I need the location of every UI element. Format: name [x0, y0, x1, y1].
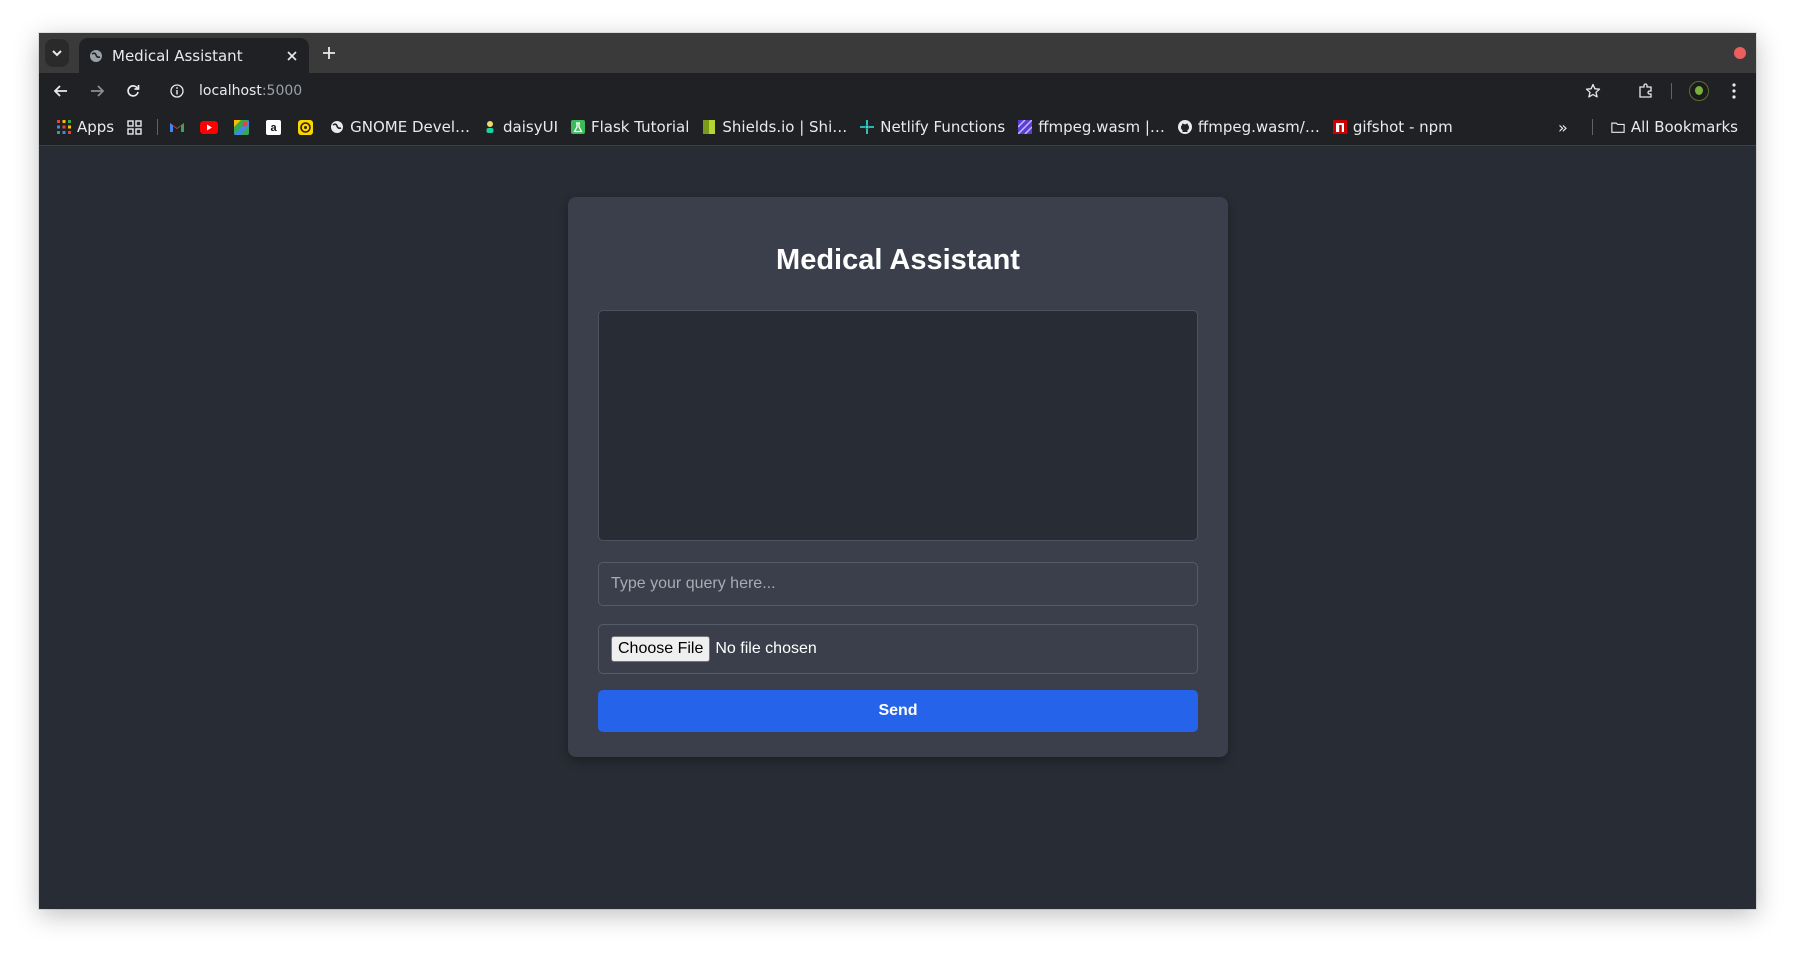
svg-text:a: a	[270, 122, 277, 134]
file-upload-field: Choose File No file chosen	[598, 624, 1198, 674]
plus-icon	[323, 47, 335, 59]
tab-search-button[interactable]	[45, 39, 69, 67]
bookmark-netlify[interactable]: Netlify Functions	[856, 114, 1009, 140]
url-text: localhost:5000	[199, 83, 302, 99]
yellow-app-icon[interactable]	[294, 114, 316, 140]
tab-medical-assistant[interactable]: Medical Assistant	[79, 38, 309, 73]
forward-button[interactable]	[87, 81, 107, 101]
bookmark-star-button[interactable]	[1583, 81, 1603, 101]
window-close-dot[interactable]	[1734, 47, 1746, 59]
send-button[interactable]: Send	[598, 690, 1198, 732]
amazon-icon[interactable]: a	[262, 114, 284, 140]
bookmark-ffmpeg-wasm[interactable]: ffmpeg.wasm |…	[1014, 114, 1169, 140]
browser-window: Medical Assistant localhost:5000 Apps a …	[39, 33, 1756, 909]
bookmarks-divider	[1591, 119, 1593, 135]
netlify-icon	[860, 120, 875, 134]
all-bookmarks-button[interactable]: All Bookmarks	[1607, 114, 1742, 140]
bookmarks-bar: Apps a GNOME Devel… daisyUI Flask Tutori…	[39, 109, 1756, 146]
kebab-menu-icon	[1732, 83, 1736, 99]
forward-arrow-icon	[91, 85, 104, 97]
youtube-icon[interactable]	[198, 114, 220, 140]
bookmark-label: Flask Tutorial	[591, 118, 690, 136]
extensions-button[interactable]	[1636, 81, 1656, 101]
bookmark-label: ffmpeg.wasm/…	[1197, 118, 1320, 136]
bookmark-label: GNOME Devel…	[350, 118, 471, 136]
folder-icon	[1611, 120, 1625, 134]
puzzle-icon	[1639, 83, 1652, 98]
bookmark-gifshot-npm[interactable]: gifshot - npm	[1329, 114, 1457, 140]
bookmark-label: gifshot - npm	[1352, 118, 1453, 136]
page-title: Medical Assistant	[776, 244, 1020, 276]
bookmark-apps[interactable]: Apps	[53, 114, 118, 140]
ffmpeg-icon	[1018, 120, 1033, 134]
shields-icon	[702, 120, 716, 134]
chat-card: Medical Assistant Choose File No file ch…	[568, 197, 1228, 757]
bookmark-label: ffmpeg.wasm |…	[1038, 118, 1165, 136]
url-host: localhost	[199, 83, 262, 99]
url-port: :5000	[261, 83, 303, 99]
browser-menu-button[interactable]	[1724, 81, 1744, 101]
reload-button[interactable]	[123, 81, 143, 101]
bookmarks-overflow-button[interactable]: »	[1558, 118, 1568, 137]
bookmark-label: Apps	[77, 118, 115, 136]
back-button[interactable]	[51, 81, 71, 101]
gmail-icon[interactable]	[166, 114, 188, 140]
tab-strip: Medical Assistant	[39, 33, 1756, 73]
tab-groups-icon[interactable]	[123, 114, 145, 140]
browser-toolbar: localhost:5000	[39, 73, 1756, 109]
bookmark-daisyui[interactable]: daisyUI	[479, 114, 562, 140]
choose-file-button[interactable]: Choose File	[611, 636, 711, 662]
tab-title: Medical Assistant	[112, 46, 243, 65]
site-info-icon[interactable]	[169, 83, 185, 99]
file-status-text: No file chosen	[715, 640, 817, 657]
all-bookmarks-label: All Bookmarks	[1630, 118, 1738, 136]
bookmark-flask[interactable]: Flask Tutorial	[567, 114, 693, 140]
chevron-down-icon	[52, 50, 62, 57]
bookmark-label: daisyUI	[503, 118, 558, 136]
bookmarks-right: » All Bookmarks	[1558, 114, 1742, 140]
reload-icon	[127, 85, 140, 97]
page-content: Medical Assistant Choose File No file ch…	[39, 146, 1756, 909]
github-icon	[1177, 120, 1192, 134]
apps-grid-icon	[57, 120, 71, 134]
star-icon	[1585, 83, 1601, 98]
close-icon[interactable]	[284, 48, 300, 64]
npm-icon	[1332, 120, 1347, 134]
address-bar[interactable]: localhost:5000	[165, 77, 1565, 105]
bookmark-label: Netlify Functions	[880, 118, 1006, 136]
new-tab-button[interactable]	[320, 44, 338, 62]
chat-history-box[interactable]	[598, 310, 1198, 541]
bookmark-ffmpeg-github[interactable]: ffmpeg.wasm/…	[1174, 114, 1324, 140]
back-arrow-icon	[54, 85, 67, 97]
globe-icon	[330, 120, 344, 134]
bookmark-label: Shields.io | Shi…	[722, 118, 848, 136]
flask-icon	[571, 120, 585, 134]
query-input[interactable]	[598, 562, 1198, 606]
bookmarks-divider	[157, 119, 159, 135]
daisyui-icon	[483, 120, 497, 134]
profile-avatar[interactable]	[1689, 81, 1709, 101]
globe-icon	[89, 49, 103, 63]
bookmark-shields[interactable]: Shields.io | Shi…	[698, 114, 851, 140]
bookmark-gnome[interactable]: GNOME Devel…	[326, 114, 474, 140]
maps-icon[interactable]	[230, 114, 252, 140]
toolbar-divider	[1671, 83, 1672, 99]
